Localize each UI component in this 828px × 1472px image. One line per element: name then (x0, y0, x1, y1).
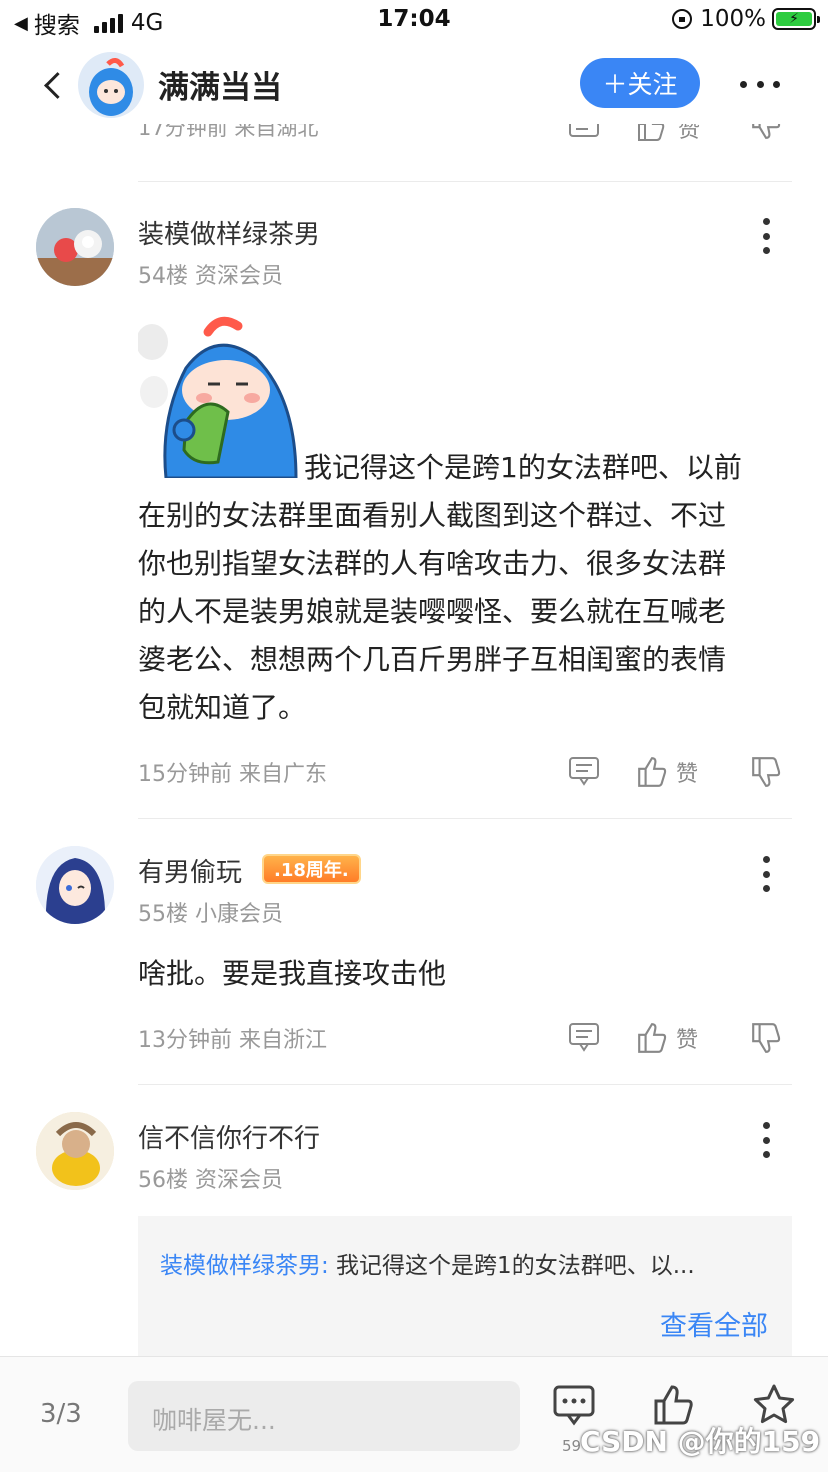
user-avatar[interactable] (36, 208, 114, 286)
quoted-text: 我记得这个是跨1的女法群吧、以... (328, 1253, 695, 1279)
comment-meta: 13分钟前 来自浙江 (138, 1028, 327, 1053)
divider (138, 1084, 792, 1085)
watermark: CSDN @你的159 (580, 1425, 821, 1458)
comment-text-line: 的人不是装男娘就是装嘤嘤怪、要么就在互喊老 (138, 595, 727, 628)
dislike-icon[interactable] (750, 1022, 782, 1054)
user-avatar[interactable] (36, 846, 114, 924)
comment-text: 啥批。要是我直接攻击他 (138, 957, 447, 990)
like-button[interactable]: 赞 (636, 1022, 698, 1054)
comment-meta: 15分钟前 来自广东 (138, 762, 327, 787)
divider (138, 818, 792, 819)
anniversary-badge: .18周年. (262, 854, 361, 884)
floor-info: 56楼 资深会员 (138, 1168, 283, 1193)
like-icon (638, 1023, 667, 1053)
floor-info: 54楼 资深会员 (138, 264, 283, 289)
divider (138, 181, 792, 182)
sticker-image (136, 312, 298, 480)
comment-more-button[interactable] (756, 856, 776, 892)
reply-icon[interactable] (568, 756, 600, 786)
mascot-sticker-icon (136, 316, 298, 480)
like-label: 赞 (676, 1028, 699, 1053)
like-label: 赞 (676, 762, 699, 787)
like-button[interactable]: 赞 (636, 756, 698, 788)
more-options-button[interactable] (740, 66, 780, 102)
comment-text-line: 婆老公、想想两个几百斤男胖子互相闺蜜的表情 (138, 643, 727, 676)
rotation-lock-icon (672, 9, 693, 29)
comment-text-line: 包就知道了。 (138, 691, 307, 724)
comment-text-line: 在别的女法群里面看别人截图到这个群过、不过 (138, 499, 727, 532)
status-right: 100% ⚡ (672, 6, 820, 32)
battery-icon: ⚡ (772, 8, 820, 30)
view-all-link[interactable]: 查看全部 (660, 1304, 768, 1343)
comment-actions: 赞 (568, 1022, 798, 1062)
username[interactable]: 有男偷玩 (138, 852, 242, 889)
avatar-image (36, 208, 114, 286)
back-button[interactable] (40, 64, 70, 104)
dislike-icon[interactable] (750, 756, 782, 788)
quoted-reply-box[interactable]: 装模做样绿茶男: 我记得这个是跨1的女法群吧、以... 查看全部 (138, 1216, 792, 1366)
user-avatar[interactable] (36, 1112, 114, 1190)
avatar-image (36, 1112, 114, 1190)
reply-icon[interactable] (568, 1022, 600, 1052)
comment-more-button[interactable] (756, 1122, 776, 1158)
status-bar: ◀ 搜索 4G 17:04 100% ⚡ (0, 0, 828, 44)
comment-text-line: 我记得这个是跨1的女法群吧、以前 (304, 451, 742, 484)
avatar-image (36, 846, 114, 924)
mascot-icon (89, 58, 133, 116)
comment-count: 59 (562, 1437, 582, 1455)
page-indicator[interactable]: 3/3 (40, 1399, 82, 1429)
like-icon (638, 757, 667, 787)
nav-header: 满满当当 ＋关注 (0, 44, 828, 124)
comment-actions: 赞 (568, 756, 798, 796)
quoted-reply-line: 装模做样绿茶男: 我记得这个是跨1的女法群吧、以... (160, 1246, 770, 1280)
reply-input[interactable]: 咖啡屋无... (128, 1381, 520, 1451)
forum-avatar[interactable] (78, 52, 144, 118)
battery-percent: 100% (700, 6, 766, 32)
floor-info: 55楼 小康会员 (138, 902, 283, 927)
forum-title[interactable]: 满满当当 (158, 62, 282, 107)
username[interactable]: 信不信你行不行 (138, 1118, 320, 1155)
username[interactable]: 装模做样绿茶男 (138, 214, 320, 251)
comment-more-button[interactable] (756, 218, 776, 254)
follow-button[interactable]: ＋关注 (580, 58, 700, 108)
quoted-username[interactable]: 装模做样绿茶男: (160, 1253, 329, 1279)
comment-text-line: 你也别指望女法群的人有啥攻击力、很多女法群 (138, 547, 727, 580)
